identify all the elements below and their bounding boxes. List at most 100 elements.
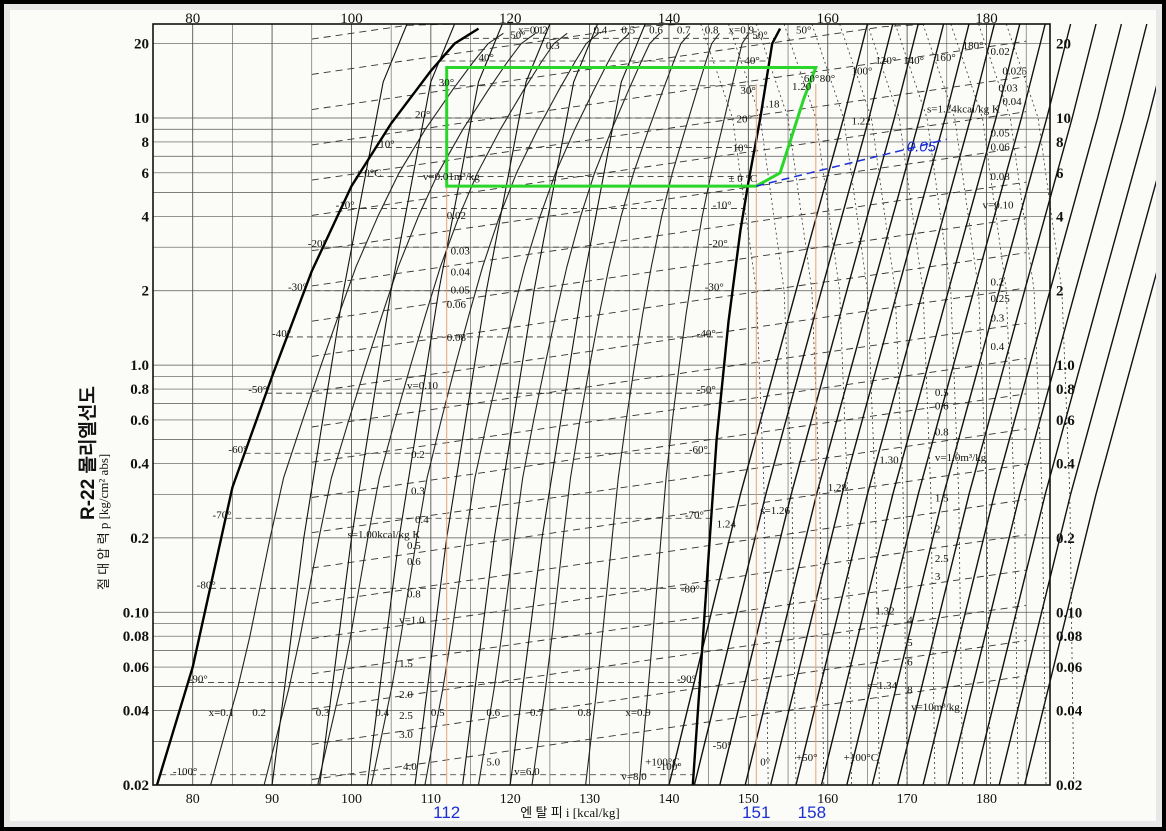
x-tick-label-top: 100 <box>340 11 363 27</box>
volume-label: 0.02 <box>990 46 1009 58</box>
temperature-label: 10° <box>379 138 394 150</box>
quality-label: 0.2 <box>252 707 266 719</box>
temperature-label: -20° <box>709 238 728 250</box>
volume-label: 0.06 <box>990 141 1010 153</box>
volume-label: v=8.0 <box>621 771 647 783</box>
quality-label: x=0.9 <box>625 707 651 719</box>
temperature-label: ± 0°C <box>355 167 381 179</box>
volume-label: 0.6 <box>935 401 949 413</box>
temperature-label: -80° <box>197 579 216 591</box>
volume-label: 0.8 <box>407 588 421 600</box>
volume-label: 4.0 <box>403 761 417 773</box>
y-tick-label-left: 0.02 <box>123 778 149 794</box>
entropy-label: s=1.00kcal/kg K <box>347 529 420 541</box>
y-tick-label-right: 8 <box>1056 135 1064 151</box>
temperature-label: -90° <box>189 673 208 685</box>
superheat-temperature-label: 100° <box>852 65 873 77</box>
volume-label: 0.8 <box>935 426 949 438</box>
entropy-label: 1.28 <box>828 482 848 494</box>
temperature-label: -50° <box>248 384 267 396</box>
volume-label: 1.5 <box>399 658 413 670</box>
chart-paper: 0.05 112 151 158 50° 40° 30° 20° 10° ± 0°C -10° -2… <box>10 10 1156 821</box>
superheat-temperature-label: +100°C <box>844 752 878 764</box>
x-tick-label-top: 140 <box>658 11 681 27</box>
x-tick-label: 170 <box>897 792 918 807</box>
y-tick-label-left: 2 <box>142 284 150 300</box>
volume-label: v=0.10 <box>983 200 1014 212</box>
temperature-label: 10° <box>732 143 747 155</box>
superheat-isotherm <box>978 23 1047 786</box>
temperature-label: 40° <box>744 55 759 67</box>
y-tick-label-right: 6 <box>1056 166 1064 182</box>
superheat-temperature-label: 140° <box>903 55 924 67</box>
superheat-temperature-label: -50° <box>713 740 732 752</box>
temperature-label: 20° <box>736 113 751 125</box>
y-tick-label-right: 0.06 <box>1056 660 1083 676</box>
volume-label: 0.5 <box>407 540 421 552</box>
temperature-label: -70° <box>213 509 232 521</box>
volume-label: 0.6 <box>407 556 421 568</box>
y-axis-label: 절 대 압 력 p [kg/cm² abs] <box>96 454 111 590</box>
temperature-label: -20° <box>308 238 327 250</box>
volume-label: 0.4 <box>990 341 1004 353</box>
quality-label: 0.4 <box>594 24 608 36</box>
entropy-line <box>719 23 919 786</box>
volume-label: 0.2 <box>411 449 425 461</box>
entropy-line <box>947 23 1148 786</box>
x-tick-label: 180 <box>976 792 997 807</box>
entropy-label: s=1.26 <box>760 505 790 517</box>
y-tick-label-right: 0.8 <box>1056 382 1075 398</box>
temperature-label: -60° <box>689 444 708 456</box>
temperature-label: 50° <box>752 29 767 41</box>
quality-label: 0.8 <box>705 24 719 36</box>
superheat-temperature-label: 160° <box>935 52 956 64</box>
y-tick-label-right: 20 <box>1056 37 1071 53</box>
superheat-temperature-label: 60° <box>804 73 819 85</box>
quality-label: 0.4 <box>375 707 389 719</box>
y-tick-label-left: 8 <box>142 135 150 151</box>
blue-line-label: 0.05 <box>907 138 937 155</box>
volume-label: 3.0 <box>399 729 413 741</box>
volume-label: 0.025 <box>1002 65 1027 77</box>
volume-label: 6 <box>907 656 913 668</box>
y-tick-label-left: 0.06 <box>123 660 150 676</box>
y-tick-label-left: 0.6 <box>130 413 149 429</box>
quality-label: 0.8 <box>578 707 592 719</box>
volume-label: 8 <box>907 684 913 696</box>
y-tick-label-left: 0.4 <box>130 456 149 472</box>
y-tick-label-right: 0.10 <box>1056 605 1082 621</box>
entropy-line-liquid <box>414 23 551 786</box>
volume-label: 5 <box>907 637 913 649</box>
volume-label: 0.2 <box>990 276 1004 288</box>
x-tick-label: 110 <box>421 792 441 807</box>
y-tick-label-right: 0.6 <box>1056 413 1075 429</box>
image-frame: 0.05 112 151 158 50° 40° 30° 20° 10° ± 0°C -10° -2… <box>4 4 1162 827</box>
volume-label: v=0.10 <box>407 380 438 392</box>
y-tick-label-left: 6 <box>142 166 150 182</box>
entropy-label: 1.24 <box>717 519 737 531</box>
y-tick-label-left: 0.04 <box>123 704 150 720</box>
temperature-label: -100° <box>173 766 198 778</box>
temperature-label: 20° <box>415 109 430 121</box>
volume-label: 0.04 <box>451 267 471 279</box>
superheat-isotherm <box>728 23 797 786</box>
temperature-label: 30° <box>439 77 454 89</box>
y-tick-label-right: 10 <box>1056 111 1071 127</box>
volume-label: 0.03 <box>451 246 471 258</box>
x-tick-label-top: 80 <box>185 11 200 27</box>
entropy-label: 1.18 <box>760 99 780 111</box>
temperature-label: -90° <box>677 673 696 685</box>
y-tick-label-right: 2 <box>1056 284 1064 300</box>
x-tick-label-top: 120 <box>499 11 522 27</box>
temperature-label: -30° <box>705 282 724 294</box>
y-tick-label-left: 10 <box>134 111 149 127</box>
mollier-chart: 0.05112 151 158 50°40°30°20°10°± 0°C-10°-2… <box>77 11 1156 821</box>
temperature-label: -60° <box>228 444 247 456</box>
entropy-line <box>871 23 1072 786</box>
volume-label: 0.08 <box>447 332 467 344</box>
quality-label: 0.6 <box>486 707 500 719</box>
superheat-temperature-label: 180° <box>963 40 984 52</box>
superheat-temperature-label: 120° <box>875 55 896 67</box>
superheat-temperature-label: 80° <box>820 73 835 85</box>
entropy-label: 1.30 <box>879 454 899 466</box>
